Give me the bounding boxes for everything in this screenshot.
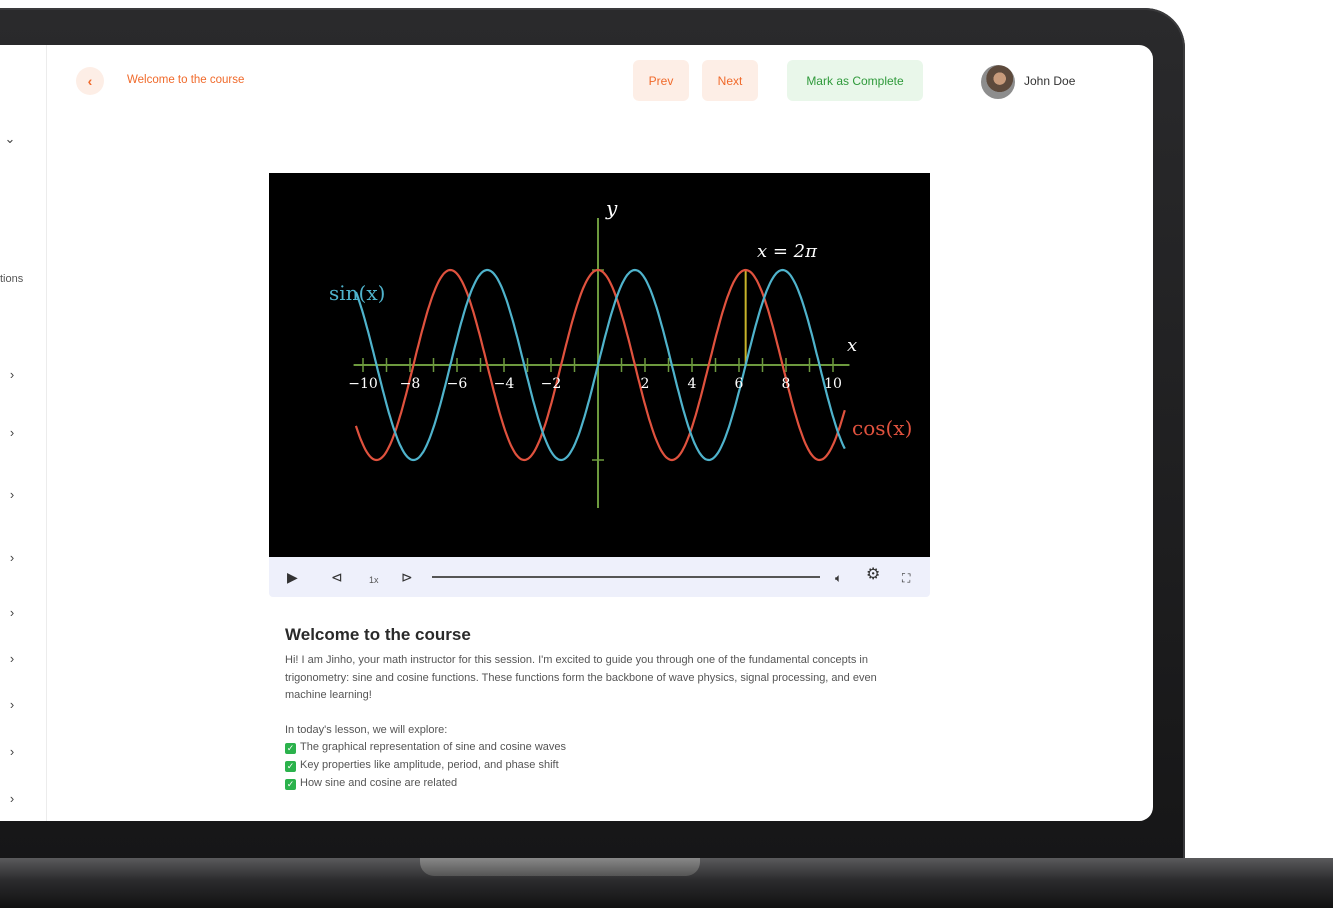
x-tick-label: −2 xyxy=(541,376,562,392)
breadcrumb[interactable]: Welcome to the course xyxy=(127,74,244,86)
video-player[interactable]: −10 −8 −6 −4 −2 2 4 6 8 10 y x sin(x) cos(x) x = 2π xyxy=(269,173,930,557)
user-name[interactable]: John Doe xyxy=(1024,74,1075,88)
volume-icon[interactable]: 🔈︎ xyxy=(835,569,842,587)
chevron-right-icon[interactable]: › xyxy=(6,791,18,806)
prev-button[interactable]: Prev xyxy=(633,60,689,101)
chevron-left-icon: ‹ xyxy=(87,73,93,89)
chevron-right-icon[interactable]: › xyxy=(6,367,18,382)
settings-gear-icon[interactable]: ⚙ xyxy=(866,566,880,584)
lesson-lead: In today's lesson, we will explore: xyxy=(285,724,448,736)
chevron-down-icon[interactable]: ⌄ xyxy=(4,131,16,147)
chevron-right-icon[interactable]: › xyxy=(6,744,18,759)
sin-label: sin(x) xyxy=(329,281,385,305)
next-button[interactable]: Next xyxy=(702,60,758,101)
video-progress-bar[interactable] xyxy=(432,576,820,578)
chevron-right-icon[interactable]: › xyxy=(6,651,18,666)
x-tick-label: 6 xyxy=(735,376,744,392)
laptop-notch xyxy=(420,858,700,876)
lesson-intro: Hi! I am Jinho, your math instructor for… xyxy=(285,654,877,701)
video-frame-plot: −10 −8 −6 −4 −2 2 4 6 8 10 y x sin(x) cos(x) x = 2π xyxy=(329,196,912,508)
checkmark-icon: ✓ xyxy=(285,779,296,790)
course-sidebar: ⌄ tions › › › › › › › › › xyxy=(0,45,47,821)
list-item-text: How sine and cosine are related xyxy=(300,777,458,789)
chevron-right-icon[interactable]: › xyxy=(6,550,18,565)
play-icon[interactable]: ▶ xyxy=(287,568,298,586)
x-tick-label: −4 xyxy=(494,376,515,392)
chevron-right-icon[interactable]: › xyxy=(6,425,18,440)
x-tick-label: −6 xyxy=(447,376,468,392)
y-axis-label: y xyxy=(605,196,618,220)
fullscreen-icon[interactable]: ⛶ xyxy=(902,569,910,587)
sidebar-section-label: tions xyxy=(0,273,24,285)
marker-label: x = 2π xyxy=(757,241,818,262)
list-item: ✓ The graphical representation of sine an… xyxy=(285,740,566,754)
app-screen: ⌄ tions › › › › › › › › › ‹ Welcome to the cours… xyxy=(0,45,1153,821)
x-tick-label: 8 xyxy=(782,376,791,392)
mark-complete-button[interactable]: Mark as Complete xyxy=(787,60,923,101)
x-axis-label: x xyxy=(847,335,857,356)
checkmark-icon: ✓ xyxy=(285,761,296,772)
back-button[interactable]: ‹ xyxy=(76,67,104,95)
chevron-right-icon[interactable]: › xyxy=(6,605,18,620)
forward-icon[interactable]: ⊳ xyxy=(401,568,413,586)
list-item: ✓ Key properties like amplitude, period, … xyxy=(285,758,559,772)
avatar[interactable] xyxy=(981,65,1015,99)
x-tick-label: −10 xyxy=(348,376,378,392)
list-item-text: Key properties like amplitude, period, a… xyxy=(300,759,559,771)
chevron-right-icon[interactable]: › xyxy=(6,697,18,712)
playback-speed[interactable]: 1x xyxy=(369,571,379,589)
list-item-text: The graphical representation of sine and… xyxy=(300,741,566,753)
checkmark-icon: ✓ xyxy=(285,743,296,754)
x-tick-label: 2 xyxy=(641,376,650,392)
lesson-title: Welcome to the course xyxy=(285,625,471,644)
chevron-right-icon[interactable]: › xyxy=(6,487,18,502)
x-tick-label: −8 xyxy=(400,376,421,392)
list-item: ✓ How sine and cosine are related xyxy=(285,776,457,790)
rewind-icon[interactable]: ⊲ xyxy=(331,568,343,586)
cos-label: cos(x) xyxy=(852,416,912,440)
x-tick-label: 4 xyxy=(688,376,697,392)
x-tick-label: 10 xyxy=(824,376,842,392)
